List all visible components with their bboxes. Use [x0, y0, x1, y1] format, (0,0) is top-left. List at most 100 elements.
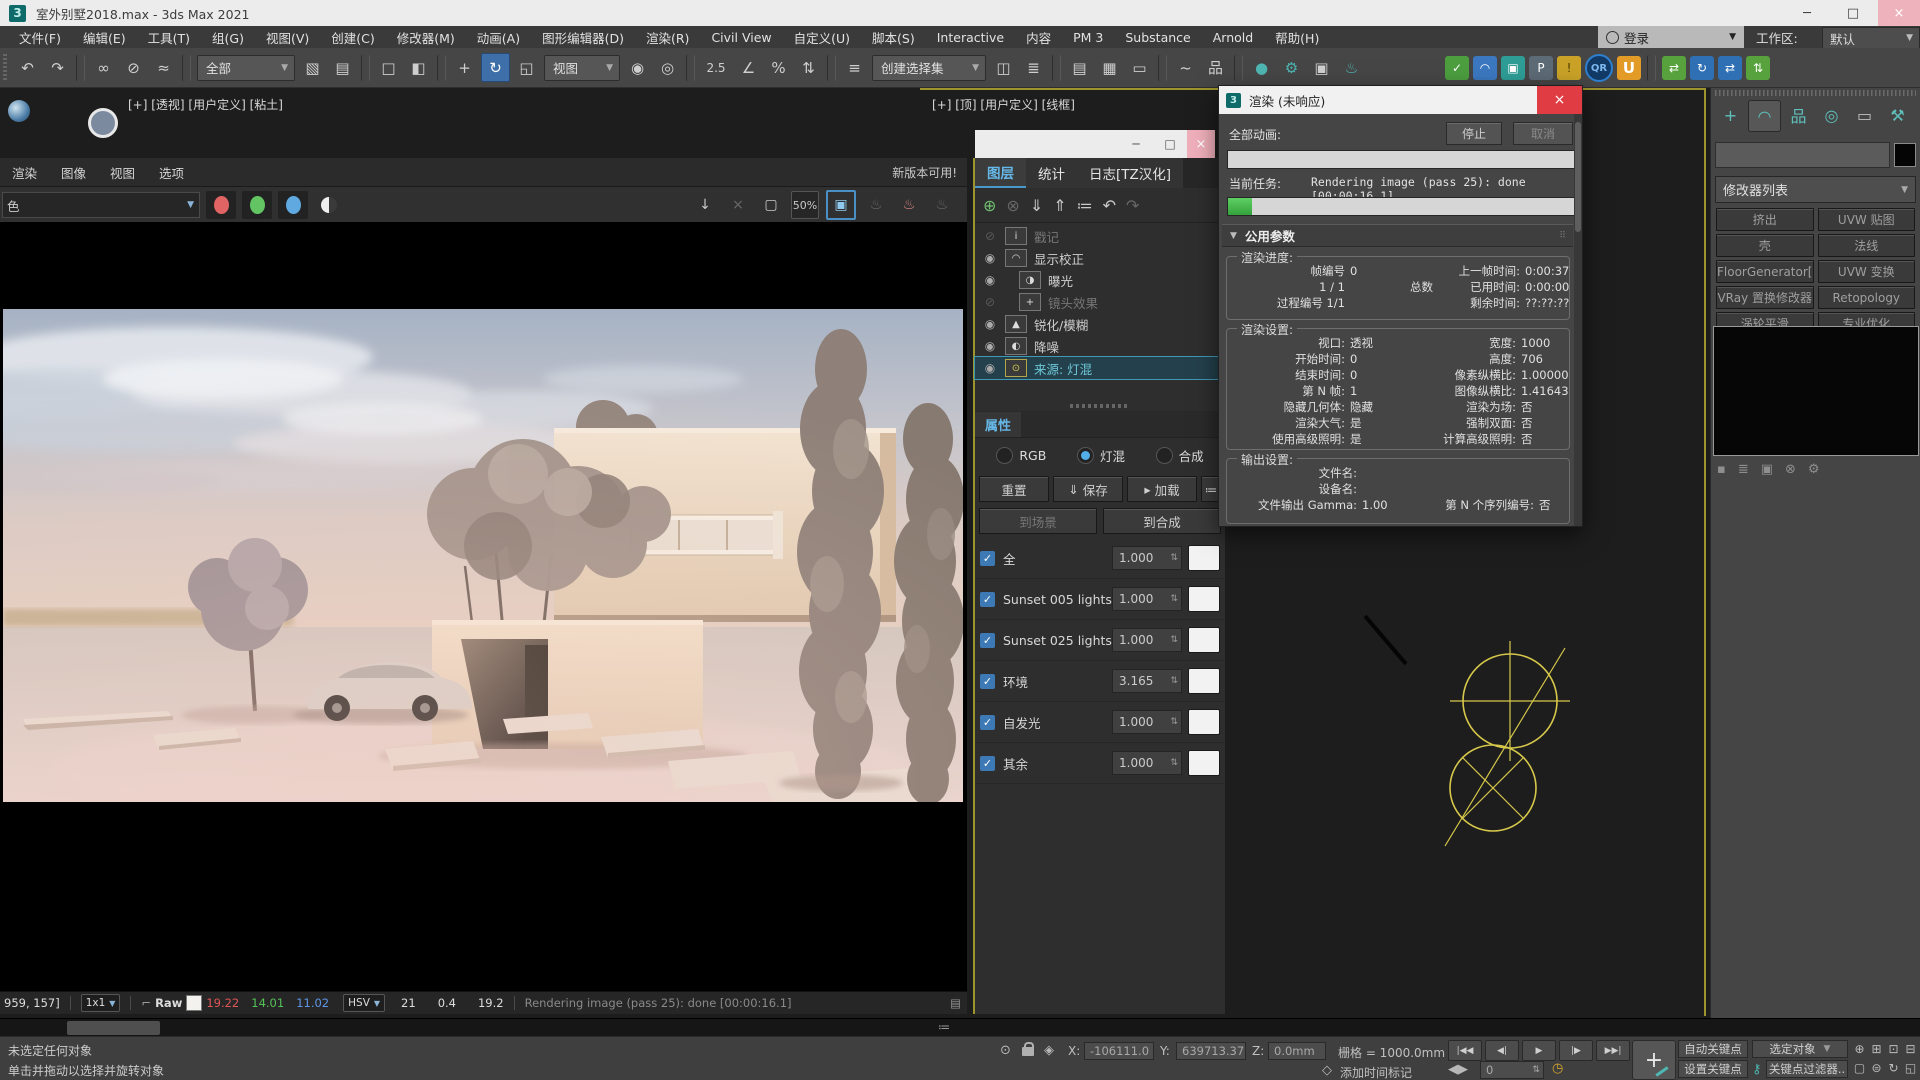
time-tag-label[interactable]: 添加时间标记 [1340, 1064, 1412, 1080]
curve-editor-icon[interactable]: ~ [1172, 54, 1199, 81]
log-toggle-icon[interactable]: ▤ [950, 996, 961, 1010]
select-and-move-icon[interactable]: + [451, 54, 478, 81]
layer-row[interactable]: ◉ ◑ 曝光 [975, 269, 1225, 291]
redo-icon[interactable]: ↷ [44, 54, 71, 81]
render-production-icon[interactable]: ♨ [1338, 54, 1365, 81]
z-coordinate-field[interactable]: 0.0mm [1268, 1042, 1326, 1060]
vfb-menu-item[interactable]: 图像 [49, 163, 98, 182]
color-swatch[interactable] [1188, 668, 1220, 694]
viewport-label-top[interactable]: [+] [顶] [用户定义] [线框] [932, 96, 1075, 113]
panel-splitter[interactable] [975, 401, 1225, 411]
scene-explorer-icon[interactable]: ▤ [1066, 54, 1093, 81]
intensity-spinner[interactable]: 3.165 [1112, 669, 1182, 693]
render-setup-icon[interactable]: ⚙ [1278, 54, 1305, 81]
intensity-spinner[interactable]: 1.000 [1112, 751, 1182, 775]
layer-row[interactable]: ⊘ i 戳记 [975, 225, 1225, 247]
select-by-name-icon[interactable]: ▤ [329, 54, 356, 81]
region-render-icon[interactable]: ▢ [758, 192, 784, 218]
divider[interactable] [827, 55, 836, 81]
visibility-eye-icon[interactable]: ⊘ [975, 295, 1005, 309]
make-unique-icon[interactable]: ▣ [1761, 462, 1773, 477]
reset-button[interactable]: 重置 [979, 476, 1049, 502]
pixel-ratio-dropdown[interactable]: 1x1▼ [81, 994, 121, 1012]
layer-row[interactable]: ⊘ + 镜头效果 [975, 291, 1225, 313]
divider[interactable] [76, 55, 85, 81]
xyz-transform-icon[interactable]: ◈ [1044, 1043, 1054, 1058]
divider[interactable] [361, 55, 370, 81]
menu-item[interactable]: 图形编辑器(D) [531, 28, 635, 47]
save-layers-icon[interactable]: ⇓ [1030, 196, 1043, 215]
cancel-button[interactable]: 取消 [1513, 122, 1573, 145]
intensity-spinner[interactable]: 1.000 [1112, 628, 1182, 652]
divider[interactable] [686, 55, 695, 81]
checkbox-checked[interactable]: ✓ [980, 633, 995, 648]
object-color-swatch[interactable] [1894, 143, 1916, 167]
key-mode-toggle-icon[interactable]: ◀▶ [1448, 1062, 1468, 1077]
render-last-icon[interactable]: ♨ [863, 192, 889, 218]
viewport-label-perspective[interactable]: [+] [透视] [用户定义] [粘土] [128, 96, 283, 113]
vfb-menu-item[interactable]: 视图 [98, 163, 147, 182]
save-button[interactable]: ⇓保存 [1053, 476, 1123, 502]
align-icon[interactable]: ≣ [1020, 54, 1047, 81]
key-filter-icon[interactable]: ⚷ [1752, 1062, 1762, 1077]
selected-object-dropdown[interactable]: 选定对象▼ [1752, 1040, 1848, 1058]
bind-to-space-warp-icon[interactable]: ≈ [150, 54, 177, 81]
x-coordinate-field[interactable]: -106111.0 [1084, 1042, 1154, 1060]
select-and-rotate-icon[interactable]: ↻ [481, 53, 510, 82]
reference-coordinate-dropdown[interactable]: 视图▼ [544, 55, 620, 81]
raw-label[interactable]: Raw [155, 996, 182, 1010]
orbit-icon[interactable]: ↻ [1886, 1059, 1901, 1076]
show-end-result-icon[interactable]: ≣ [1738, 462, 1749, 477]
workspace-dropdown[interactable]: 默认 ▼ [1822, 27, 1920, 49]
toolbar-drag-handle[interactable] [3, 54, 7, 82]
send-to-icon[interactable]: ⇄ [1662, 56, 1686, 80]
maximize-viewport-icon[interactable]: ◱ [1903, 1059, 1918, 1076]
load-button[interactable]: ▸加载 [1127, 476, 1197, 502]
percent-snap-icon[interactable]: % [765, 54, 792, 81]
go-to-end-button[interactable]: ▶▶| [1596, 1040, 1630, 1061]
menu-item[interactable]: 内容 [1015, 28, 1062, 47]
undo-icon[interactable]: ↶ [1103, 196, 1116, 215]
key-filters-button[interactable]: 关键点过滤器.. [1766, 1060, 1848, 1078]
update-icon[interactable]: ⇅ [1746, 56, 1770, 80]
layer-row[interactable]: ◉ ▲ 锐化/模糊 [975, 313, 1225, 335]
vfb-menu-item[interactable]: 选项 [147, 163, 196, 182]
isolate-selection-icon[interactable]: ⊙ [1000, 1043, 1011, 1058]
rendered-frame-window-icon[interactable]: ▣ [1308, 54, 1335, 81]
properties-tab[interactable]: 属性 [975, 411, 1225, 438]
modifier-preset-button[interactable]: 壳 [1716, 234, 1814, 257]
select-and-manipulate-icon[interactable]: ◎ [654, 54, 681, 81]
layer-row[interactable]: ◉ ◐ 降噪 [975, 335, 1225, 357]
fit-window-icon[interactable]: ▣ [826, 190, 856, 220]
menu-item[interactable]: 动画(A) [466, 28, 531, 47]
tab-log[interactable]: 日志[TZ汉化] [1077, 158, 1183, 188]
menu-item[interactable]: 编辑(E) [72, 28, 137, 47]
render-iterative-icon[interactable]: ♨ [896, 192, 922, 218]
schematic-view-icon[interactable]: 品 [1202, 54, 1229, 81]
clear-image-icon[interactable]: × [725, 192, 751, 218]
modifier-preset-button[interactable]: FloorGenerator[ [1716, 260, 1814, 283]
set-key-button[interactable]: 设置关键点 [1678, 1060, 1748, 1078]
dialog-scrollbar[interactable] [1574, 114, 1582, 526]
cloud-icon[interactable]: ◠ [1473, 56, 1497, 80]
minimize-button[interactable]: ─ [1119, 137, 1153, 151]
named-selection-set-field[interactable]: 创建选择集▼ [872, 55, 986, 81]
intensity-spinner[interactable]: 1.000 [1112, 710, 1182, 734]
color-swatch[interactable] [1188, 627, 1220, 653]
login-button[interactable]: 登录 ▼ [1598, 26, 1744, 48]
to-scene-button[interactable]: 到场景 [979, 508, 1097, 534]
load-layers-icon[interactable]: ⇑ [1053, 196, 1066, 215]
y-coordinate-field[interactable]: 639713.37 [1176, 1042, 1246, 1060]
layer-options-icon[interactable]: ≔ [1077, 196, 1093, 215]
menu-item[interactable]: 修改器(M) [386, 28, 466, 47]
visibility-eye-icon[interactable]: ◉ [975, 361, 1005, 375]
time-configuration-icon[interactable]: ◷ [1552, 1061, 1563, 1076]
selection-lock-icon[interactable] [1022, 1047, 1034, 1056]
hierarchy-tab[interactable]: 品 [1783, 100, 1814, 130]
tab-stats[interactable]: 统计 [1026, 158, 1077, 188]
unlink-selection-icon[interactable]: ⊘ [120, 54, 147, 81]
save-image-icon[interactable]: ↓ [692, 192, 718, 218]
visibility-eye-icon[interactable]: ◉ [975, 317, 1005, 331]
sync-icon[interactable]: ↻ [1690, 56, 1714, 80]
menu-item[interactable]: Civil View [700, 30, 782, 45]
